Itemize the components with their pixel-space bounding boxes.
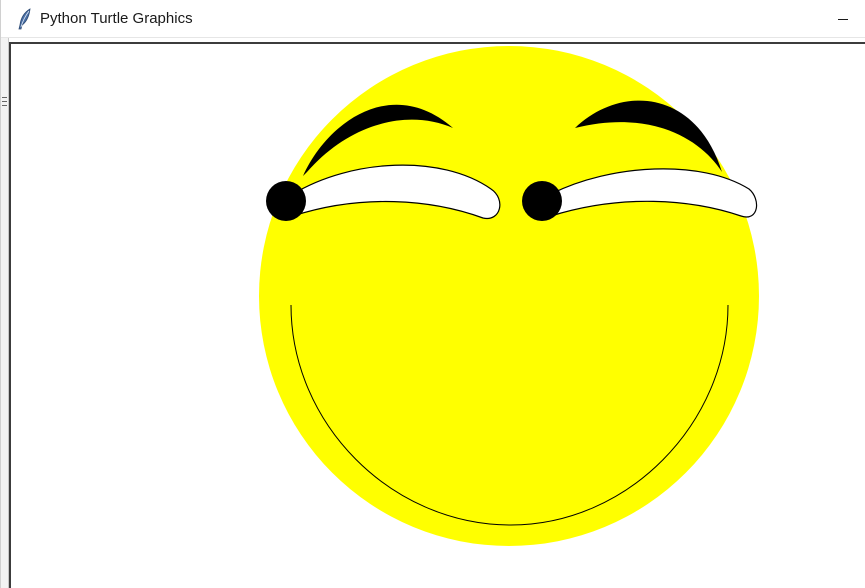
window-title: Python Turtle Graphics <box>40 10 193 27</box>
turtle-window: Python Turtle Graphics <box>0 0 865 588</box>
drawing-area <box>259 46 759 546</box>
left-pupil <box>266 181 306 221</box>
grip-icon <box>2 97 7 106</box>
minimize-button[interactable] <box>826 0 865 38</box>
right-pupil <box>522 181 562 221</box>
title-bar[interactable]: Python Turtle Graphics <box>1 0 865 38</box>
feather-icon <box>18 8 31 30</box>
side-strip <box>1 38 9 588</box>
turtle-canvas[interactable] <box>9 42 865 588</box>
